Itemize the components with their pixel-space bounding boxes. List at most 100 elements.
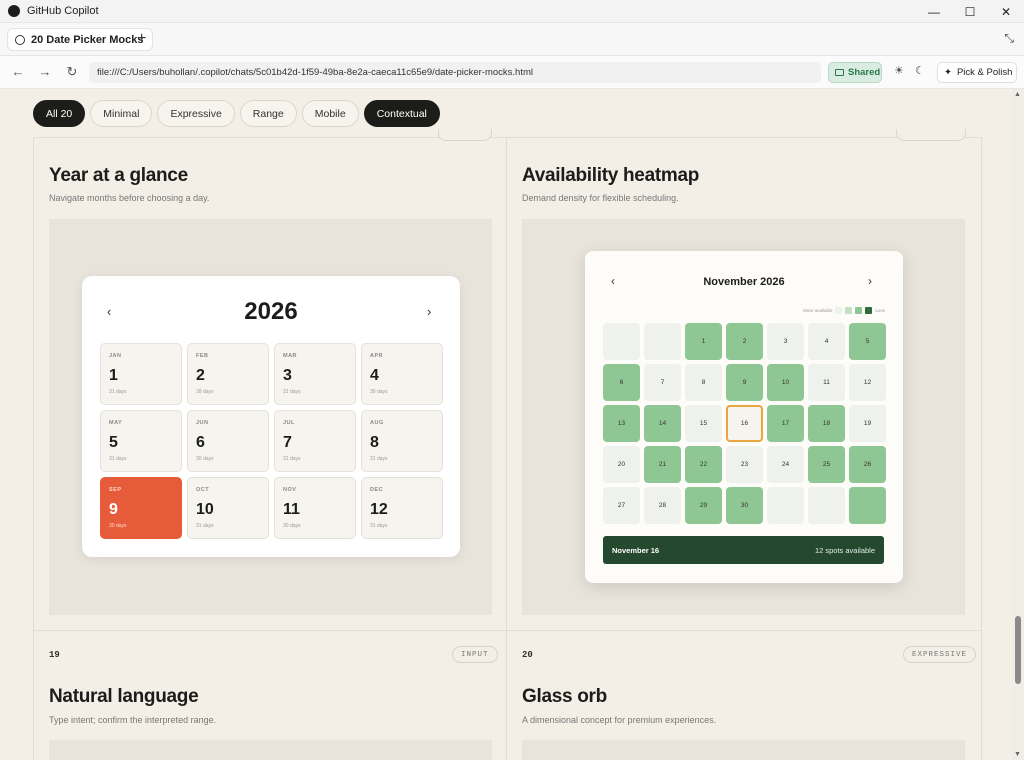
heatmap-footer: November 16 12 spots available <box>603 536 884 564</box>
day-cell[interactable]: 18 <box>808 405 845 442</box>
month-cell[interactable]: JUN 6 30 days <box>187 410 269 472</box>
year-picker: ‹ 2026 › JAN 1 31 days FEB 2 28 days MAR 3 31 da… <box>82 276 460 557</box>
sparkle-icon: ✦ <box>944 67 952 78</box>
month-cell[interactable]: DEC 12 31 days <box>361 477 443 539</box>
month-cell[interactable]: JUL 7 31 days <box>274 410 356 472</box>
next-year-icon[interactable]: › <box>427 304 431 319</box>
month-length: 30 days <box>283 523 301 529</box>
day-cell[interactable]: 22 <box>685 446 722 483</box>
card-subtitle-year: Navigate months before choosing a day. <box>49 193 210 203</box>
day-cell[interactable]: 28 <box>644 487 681 524</box>
scroll-down-icon[interactable]: ▼ <box>1014 751 1021 758</box>
legend-swatch <box>865 307 873 314</box>
day-cell[interactable]: 19 <box>849 405 886 442</box>
month-cell[interactable]: MAR 3 31 days <box>274 343 356 405</box>
monitor-icon <box>835 69 844 76</box>
day-cell[interactable]: 20 <box>603 446 640 483</box>
day-cell[interactable]: 24 <box>767 446 804 483</box>
minimize-icon[interactable]: — <box>917 0 951 23</box>
day-cell[interactable]: 29 <box>685 487 722 524</box>
moon-icon[interactable]: ☾ <box>915 64 925 77</box>
day-cell[interactable]: 4 <box>808 323 845 360</box>
month-cell[interactable]: JAN 1 31 days <box>100 343 182 405</box>
month-name: FEB <box>196 353 209 359</box>
filter-minimal[interactable]: Minimal <box>90 100 153 127</box>
month-name: JUL <box>283 420 295 426</box>
month-day: 10 <box>196 501 214 518</box>
day-cell[interactable]: 13 <box>603 405 640 442</box>
month-cell[interactable]: AUG 8 31 days <box>361 410 443 472</box>
day-cell[interactable]: 5 <box>849 323 886 360</box>
scroll-up-icon[interactable]: ▲ <box>1014 91 1021 98</box>
day-cell <box>603 323 640 360</box>
filter-all[interactable]: All 20 <box>33 100 86 127</box>
address-bar[interactable]: file:///C:/Users/buhollan/.copilot/chats… <box>89 62 821 83</box>
day-cell[interactable]: 8 <box>685 364 722 401</box>
collapse-icon[interactable]: ⤡ <box>1004 31 1014 46</box>
grid-divider <box>33 630 981 631</box>
day-cell[interactable]: 1 <box>685 323 722 360</box>
back-icon[interactable]: ← <box>10 64 26 79</box>
month-name: DEC <box>370 487 384 493</box>
day-cell[interactable]: 3 <box>767 323 804 360</box>
grid-divider <box>981 137 982 760</box>
month-cell[interactable]: MAY 5 31 days <box>100 410 182 472</box>
day-cell[interactable]: 10 <box>767 364 804 401</box>
day-cell <box>849 487 886 524</box>
tab-date-picker-mocks[interactable]: 20 Date Picker Mocks <box>7 28 153 51</box>
grid-divider <box>506 137 507 760</box>
badge-input: INPUT <box>452 646 498 663</box>
new-tab-icon[interactable]: + <box>137 30 146 48</box>
badge-stub <box>896 129 966 141</box>
day-cell[interactable]: 17 <box>767 405 804 442</box>
day-cell[interactable]: 23 <box>726 446 763 483</box>
month-grid: JAN 1 31 days FEB 2 28 days MAR 3 31 days APR 4 30 … <box>100 343 443 539</box>
month-name: MAR <box>283 353 298 359</box>
day-cell[interactable]: 30 <box>726 487 763 524</box>
stage-natural <box>49 740 492 760</box>
legend-swatch <box>845 307 853 314</box>
day-cell-selected[interactable]: 16 <box>726 405 763 442</box>
month-day: 7 <box>283 434 292 451</box>
filter-chips: All 20 Minimal Expressive Range Mobile C… <box>33 100 440 127</box>
month-cell[interactable]: FEB 2 28 days <box>187 343 269 405</box>
close-icon[interactable]: ✕ <box>989 0 1023 23</box>
filter-mobile[interactable]: Mobile <box>301 100 359 127</box>
maximize-icon[interactable]: ☐ <box>953 0 987 23</box>
day-cell[interactable]: 2 <box>726 323 763 360</box>
day-cell[interactable]: 14 <box>644 405 681 442</box>
sun-icon[interactable]: ☀ <box>894 64 904 77</box>
reload-icon[interactable]: ↻ <box>64 64 80 80</box>
heatmap-picker: ‹ November 2026 › More available Less 12… <box>585 251 903 583</box>
window-titlebar: GitHub Copilot — ☐ ✕ <box>0 0 1024 23</box>
day-cell[interactable]: 25 <box>808 446 845 483</box>
filter-contextual[interactable]: Contextual <box>363 100 440 127</box>
day-cell[interactable]: 12 <box>849 364 886 401</box>
next-month-icon[interactable]: › <box>868 274 872 288</box>
scrollbar-thumb[interactable] <box>1015 616 1021 684</box>
stage-year: ‹ 2026 › JAN 1 31 days FEB 2 28 days MAR 3 31 da… <box>49 219 492 615</box>
month-length: 30 days <box>196 456 214 462</box>
month-name: JUN <box>196 420 209 426</box>
day-cell[interactable]: 27 <box>603 487 640 524</box>
day-cell[interactable]: 9 <box>726 364 763 401</box>
filter-range[interactable]: Range <box>239 100 297 127</box>
filter-expressive[interactable]: Expressive <box>157 100 235 127</box>
heatmap-legend: More available Less <box>803 307 885 314</box>
day-cell[interactable]: 15 <box>685 405 722 442</box>
forward-icon[interactable]: → <box>37 64 53 79</box>
month-cell[interactable]: APR 4 30 days <box>361 343 443 405</box>
day-cell[interactable]: 7 <box>644 364 681 401</box>
day-cell[interactable]: 26 <box>849 446 886 483</box>
month-cell[interactable]: SEP 9 30 days <box>100 477 182 539</box>
legend-less-label: Less <box>875 308 885 313</box>
month-cell[interactable]: OCT 10 31 days <box>187 477 269 539</box>
month-day: 6 <box>196 434 205 451</box>
pick-polish-button[interactable]: ✦ Pick & Polish <box>937 62 1017 83</box>
day-cell[interactable]: 21 <box>644 446 681 483</box>
month-cell[interactable]: NOV 11 30 days <box>274 477 356 539</box>
day-cell[interactable]: 6 <box>603 364 640 401</box>
shared-button[interactable]: Shared <box>828 62 882 83</box>
page-scrollbar[interactable]: ▲ ▼ <box>1012 89 1024 760</box>
day-cell[interactable]: 11 <box>808 364 845 401</box>
